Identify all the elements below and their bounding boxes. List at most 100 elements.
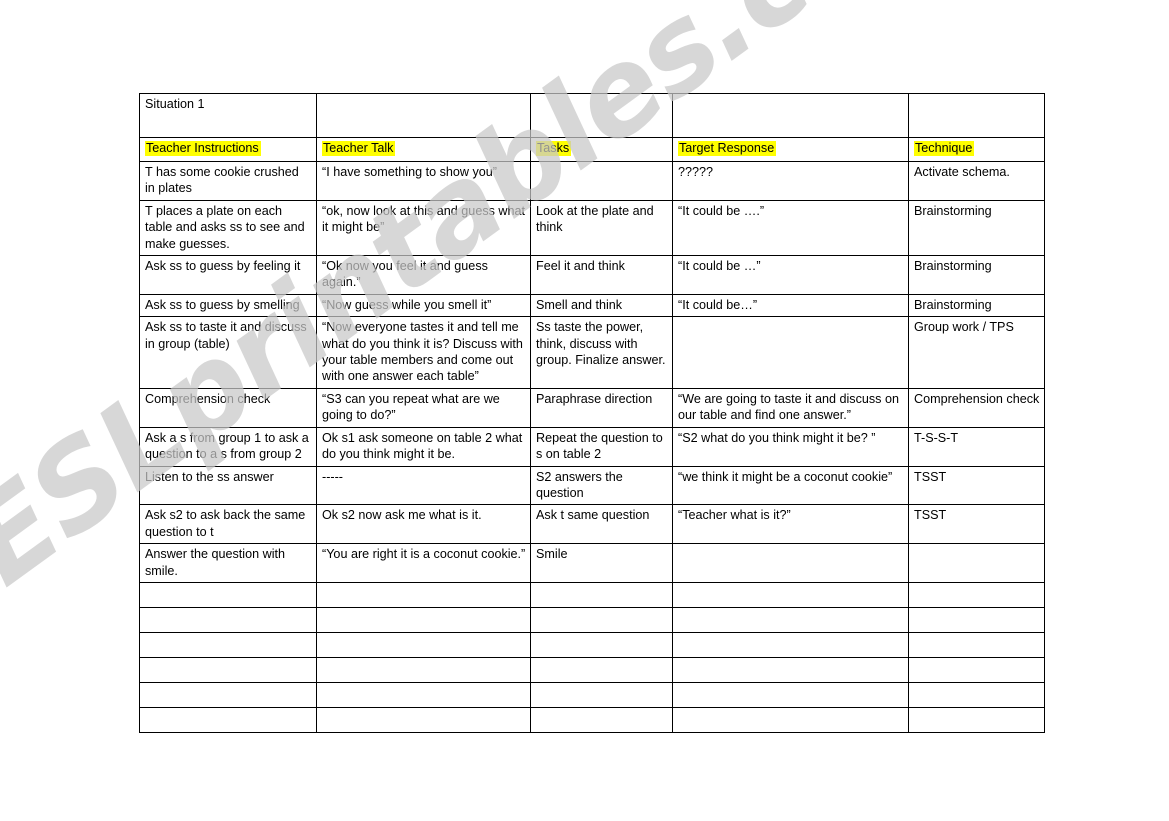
- cell-teacher-talk: “I have something to show you”: [316, 161, 531, 201]
- cell-technique: [908, 543, 1045, 583]
- cell-teacher-talk: “Now guess while you smell it”: [316, 293, 531, 318]
- situation-blank-cell-3: [530, 93, 673, 138]
- cell-teacher-instructions-empty: [139, 581, 317, 608]
- cell-teacher-instructions-empty: [139, 681, 317, 708]
- cell-text-target-response: “We are going to taste it and discuss on…: [678, 391, 899, 423]
- document-sheet: Situation 1 Teacher Instructions Teacher…: [0, 0, 1169, 821]
- situation-blank-cell-5: [908, 93, 1045, 138]
- table-row: Ask ss to guess by feeling it “Ok now you…: [139, 255, 1045, 295]
- cell-text-teacher-talk: “Now guess while you smell it”: [322, 297, 492, 312]
- cell-teacher-instructions-empty: [139, 606, 317, 633]
- cell-teacher-talk-empty: [316, 656, 531, 683]
- cell-tasks: Ask t same question: [530, 504, 673, 545]
- header-label-teacher-talk: Teacher Talk: [322, 141, 396, 156]
- table-row: Ask a s from group 1 to ask a question t…: [139, 426, 1045, 467]
- cell-tasks: [530, 161, 673, 201]
- cell-teacher-talk: “Now everyone tastes it and tell me what…: [316, 316, 531, 389]
- cell-technique: Brainstorming: [908, 255, 1045, 295]
- header-cell-tasks: Tasks: [530, 137, 673, 162]
- cell-text-technique: TSST: [914, 508, 947, 523]
- header-label-teacher-instructions: Teacher Instructions: [145, 141, 261, 156]
- table-row: Ask ss to guess by smelling “Now guess wh…: [139, 293, 1045, 318]
- cell-text-technique: Brainstorming: [914, 297, 992, 312]
- cell-text-teacher-instructions: Ask ss to taste it and discuss in group …: [145, 320, 307, 351]
- table-row: Listen to the ss answer ----- S2 answers t…: [139, 465, 1045, 506]
- cell-teacher-instructions: Ask ss to taste it and discuss in group …: [139, 316, 317, 389]
- cell-text-technique: Brainstorming: [914, 203, 992, 218]
- header-label-target-response: Target Response: [678, 141, 777, 156]
- cell-text-target-response: “It could be…”: [678, 297, 758, 312]
- cell-text-teacher-instructions: Ask a s from group 1 to ask a question t…: [145, 430, 309, 462]
- cell-target-response: “We are going to taste it and discuss on…: [672, 387, 909, 428]
- cell-tasks-empty: [530, 581, 673, 608]
- situation-blank-cell-2: [316, 93, 531, 138]
- cell-target-response: [672, 543, 909, 583]
- table-row: T has some cookie crushed in plates “I ha…: [139, 161, 1045, 201]
- cell-text-technique: TSST: [914, 469, 947, 484]
- cell-tasks-empty: [530, 656, 673, 683]
- cell-target-response-empty: [672, 581, 909, 608]
- cell-teacher-instructions: Ask ss to guess by feeling it: [139, 255, 317, 295]
- cell-text-tasks: Smell and think: [536, 297, 623, 312]
- cell-technique-empty: [908, 656, 1045, 683]
- cell-teacher-instructions: T places a plate on each table and asks …: [139, 199, 317, 257]
- table-row: Ask s2 to ask back the same question to …: [139, 504, 1045, 545]
- cell-tasks-empty: [530, 631, 673, 658]
- cell-technique-empty: [908, 581, 1045, 608]
- cell-tasks: S2 answers the question: [530, 465, 673, 506]
- cell-technique: Brainstorming: [908, 199, 1045, 257]
- header-cell-teacher-instructions: Teacher Instructions: [139, 137, 317, 162]
- cell-teacher-instructions-empty: [139, 631, 317, 658]
- cell-text-tasks: Ask t same question: [536, 508, 650, 523]
- cell-text-teacher-talk: Ok s2 now ask me what is it.: [322, 508, 482, 523]
- column-header-row: Teacher Instructions Teacher Talk Tasks …: [139, 137, 1045, 162]
- cell-text-tasks: Look at the plate and think: [536, 203, 654, 235]
- cell-tasks: Smile: [530, 543, 673, 583]
- table-row-empty: [139, 581, 1045, 608]
- cell-target-response: “S2 what do you think might it be? ”: [672, 426, 909, 467]
- table-row-empty: [139, 706, 1045, 733]
- cell-technique: Activate schema.: [908, 161, 1045, 201]
- cell-target-response: “It could be …”: [672, 255, 909, 295]
- table-row-empty: [139, 656, 1045, 683]
- cell-tasks: Paraphrase direction: [530, 387, 673, 428]
- cell-tasks: Repeat the question to s on table 2: [530, 426, 673, 467]
- cell-tasks-empty: [530, 681, 673, 708]
- cell-target-response: ?????: [672, 161, 909, 201]
- cell-text-tasks: S2 answers the question: [536, 469, 623, 500]
- cell-teacher-talk-empty: [316, 631, 531, 658]
- cell-technique: T-S-S-T: [908, 426, 1045, 467]
- cell-text-teacher-instructions: T places a plate on each table and asks …: [145, 203, 305, 251]
- header-cell-technique: Technique: [908, 137, 1045, 162]
- table-row-empty: [139, 606, 1045, 633]
- cell-text-teacher-talk: “You are right it is a coconut cookie.”: [322, 547, 526, 562]
- cell-text-target-response: “Teacher what is it?”: [678, 508, 791, 523]
- cell-teacher-instructions: Comprehension check: [139, 387, 317, 428]
- lesson-plan-table: Situation 1 Teacher Instructions Teacher…: [139, 93, 1045, 733]
- cell-text-teacher-instructions: Ask ss to guess by feeling it: [145, 259, 301, 274]
- cell-technique-empty: [908, 681, 1045, 708]
- cell-teacher-talk-empty: [316, 606, 531, 633]
- cell-target-response: “we think it might be a coconut cookie”: [672, 465, 909, 506]
- cell-text-technique: Group work / TPS: [914, 320, 1014, 335]
- cell-text-technique: Brainstorming: [914, 259, 992, 274]
- cell-teacher-instructions: T has some cookie crushed in plates: [139, 161, 317, 201]
- cell-teacher-talk: “S3 can you repeat what are we going to …: [316, 387, 531, 428]
- cell-text-teacher-instructions: Comprehension check: [145, 391, 271, 406]
- cell-text-target-response: ?????: [678, 165, 714, 179]
- cell-teacher-talk: Ok s1 ask someone on table 2 what do you…: [316, 426, 531, 467]
- cell-tasks: Smell and think: [530, 293, 673, 318]
- cell-text-target-response: “It could be …”: [678, 259, 761, 274]
- cell-teacher-instructions: Ask s2 to ask back the same question to …: [139, 504, 317, 545]
- cell-technique: TSST: [908, 465, 1045, 506]
- cell-text-target-response: “S2 what do you think might it be? ”: [678, 430, 876, 445]
- cell-text-target-response: “It could be ….”: [678, 203, 765, 218]
- header-cell-teacher-talk: Teacher Talk: [316, 137, 531, 162]
- table-row-empty: [139, 681, 1045, 708]
- header-cell-target-response: Target Response: [672, 137, 909, 162]
- cell-technique: Brainstorming: [908, 293, 1045, 318]
- cell-teacher-talk-empty: [316, 706, 531, 733]
- cell-target-response-empty: [672, 681, 909, 708]
- cell-teacher-instructions: Answer the question with smile.: [139, 543, 317, 583]
- cell-teacher-instructions: Ask a s from group 1 to ask a question t…: [139, 426, 317, 467]
